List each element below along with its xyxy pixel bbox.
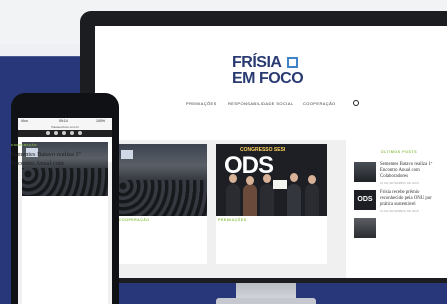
phone-status-bar: Vivo 09:14 100%: [18, 118, 112, 125]
sidebar-latest-posts: ÚLTIMOS POSTS Sementes Batavo realiza 1º…: [346, 140, 447, 278]
sidebar-post-thumbnail[interactable]: [354, 162, 376, 182]
clock-label: 09:14: [59, 119, 68, 123]
post-image-ods[interactable]: CONGRESSO SESI ODS: [216, 144, 327, 216]
projection-screen: [121, 150, 133, 159]
content-area: COOPERAÇÃO CONGRESSO SESI ODS PREMIAÇÕES: [95, 140, 447, 278]
sidebar-post-thumbnail[interactable]: ODS: [354, 190, 376, 210]
sidebar-post-item[interactable]: Sementes Batavo realiza 1º Encontro Anua…: [354, 162, 444, 186]
social-bar: [18, 130, 112, 137]
sidebar-post-date: 21 DE SETEMBRO DE 2018: [380, 181, 419, 185]
certificate: [273, 180, 287, 189]
search-icon[interactable]: [353, 100, 359, 106]
post-card[interactable]: CONGRESSO SESI ODS PREMIAÇÕES: [216, 144, 327, 264]
person-face: [229, 174, 237, 183]
person: [305, 184, 319, 216]
audience-heads: [117, 180, 207, 216]
person-face: [290, 173, 298, 182]
instagram-icon[interactable]: [62, 131, 66, 135]
facebook-icon[interactable]: [46, 131, 50, 135]
post-tag[interactable]: PREMIAÇÕES: [218, 218, 247, 222]
audience-heads: [22, 168, 108, 196]
phone-post-tag[interactable]: COOPERAÇÃO: [11, 143, 37, 147]
logo-text-line2: EM FOCO: [232, 70, 304, 87]
phone-post-card[interactable]: [22, 192, 108, 304]
person-face: [263, 174, 271, 183]
sidebar-post-title[interactable]: Sementes Batavo realiza 1º Encontro Anua…: [380, 162, 444, 180]
post-tag[interactable]: COOPERAÇÃO: [119, 218, 149, 222]
person: [260, 184, 274, 216]
monitor-stand-base: [216, 298, 316, 304]
desktop-screen: FRÍSIA EM FOCO PREMIAÇÕES RESPONSABILIDA…: [95, 26, 447, 278]
sidebar-post-item[interactable]: [354, 218, 444, 242]
nav-item-responsabilidade-social[interactable]: RESPONSABILIDADE SOCIAL: [228, 101, 293, 106]
post-card[interactable]: COOPERAÇÃO: [117, 144, 207, 264]
sidebar-post-title[interactable]: Frísia recebe prêmio reconhecido pela ON…: [380, 190, 444, 208]
logo-frame-icon: [287, 57, 298, 68]
person: [287, 184, 301, 216]
person: [226, 184, 240, 216]
battery-label: 100%: [96, 119, 105, 123]
person: [243, 184, 257, 216]
carrier-label: Vivo: [21, 119, 28, 123]
person-face: [246, 176, 254, 185]
nav-item-premiacoes[interactable]: PREMIAÇÕES: [186, 101, 217, 106]
sidebar-title: ÚLTIMOS POSTS: [381, 150, 418, 154]
person-face: [308, 175, 316, 184]
sidebar-post-item[interactable]: ODS Frísia recebe prêmio reconhecido pel…: [354, 190, 444, 214]
sidebar-post-thumbnail[interactable]: [354, 218, 376, 238]
sidebar-post-date: 21 DE SETEMBRO DE 2018: [380, 209, 419, 213]
linkedin-icon[interactable]: [78, 131, 82, 135]
twitter-icon[interactable]: [54, 131, 58, 135]
nav-item-cooperacao[interactable]: COOPERAÇÃO: [303, 101, 336, 106]
phone-post-title[interactable]: Sementes Batavo realiza 1º Encontro Anua…: [11, 150, 91, 168]
youtube-icon[interactable]: [70, 131, 74, 135]
post-image-audience[interactable]: [117, 144, 207, 216]
